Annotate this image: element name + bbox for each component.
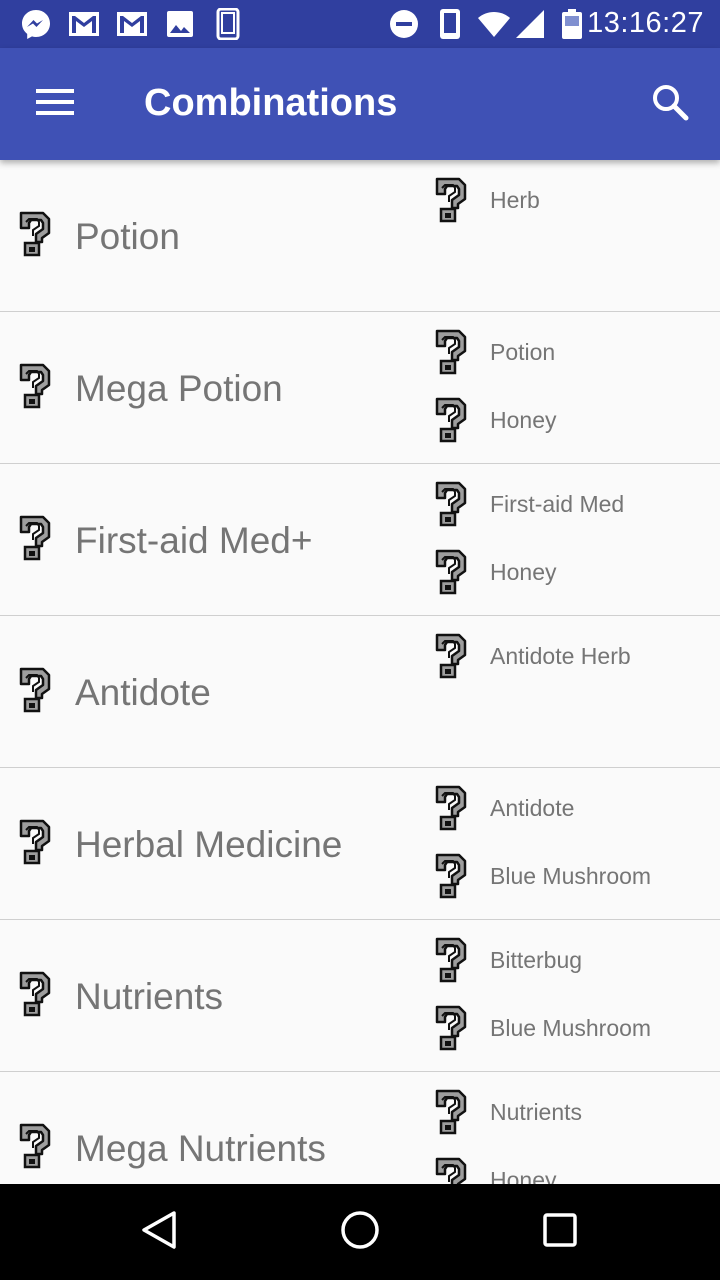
ingredient-item: Honey <box>428 1154 720 1184</box>
result-item-name: Nutrients <box>75 976 224 1017</box>
result-item-name: Herbal Medicine <box>75 824 343 865</box>
back-icon <box>140 1210 180 1255</box>
unknown-item-icon <box>428 936 468 984</box>
unknown-item-icon <box>428 328 468 376</box>
phone-outline-icon <box>212 8 244 40</box>
page-title: Combinations <box>144 82 398 124</box>
cell-signal-icon <box>514 8 546 40</box>
navigation-bar <box>0 1184 720 1280</box>
ingredient-name: Honey <box>490 1167 557 1184</box>
wifi-icon <box>476 8 512 40</box>
unknown-item-icon <box>428 1088 468 1136</box>
result-item-name: Mega Potion <box>75 368 283 409</box>
ingredient-item: Nutrients <box>428 1086 720 1150</box>
do-not-disturb-icon <box>388 8 420 40</box>
unknown-item-icon <box>428 632 468 680</box>
combination-row[interactable]: Antidote Antidote Herb <box>0 616 720 768</box>
unknown-item-icon <box>428 1156 468 1184</box>
unknown-item-icon <box>12 362 52 410</box>
ingredient-item: Honey <box>428 546 720 610</box>
ingredient-name: Herb <box>490 187 540 213</box>
recents-button[interactable] <box>520 1204 600 1260</box>
ingredient-name: Blue Mushroom <box>490 1015 652 1041</box>
unknown-item-icon <box>12 666 52 714</box>
unknown-item-icon <box>12 514 52 562</box>
ingredient-name: First-aid Med <box>490 491 625 517</box>
combination-row[interactable]: Herbal Medicine Antidote Blue Mushroom <box>0 768 720 920</box>
photo-icon <box>164 8 196 40</box>
unknown-item-icon <box>428 396 468 444</box>
unknown-item-icon <box>12 1122 52 1170</box>
combination-row[interactable]: Potion Herb <box>0 160 720 312</box>
ingredient-item: Blue Mushroom <box>428 1002 720 1066</box>
home-button[interactable] <box>320 1204 400 1260</box>
gmail-icon <box>116 8 148 40</box>
combination-row[interactable]: Nutrients Bitterbug Blue Mushroom <box>0 920 720 1072</box>
ingredient-item: Antidote <box>428 782 720 846</box>
ingredient-name: Bitterbug <box>490 947 583 973</box>
unknown-item-icon <box>12 210 52 258</box>
battery-icon <box>556 8 588 40</box>
ingredient-item: Herb <box>428 174 720 238</box>
result-item-name: Antidote <box>75 672 211 713</box>
ingredient-item: Blue Mushroom <box>428 850 720 914</box>
hamburger-menu-icon <box>36 87 76 122</box>
unknown-item-icon <box>428 1004 468 1052</box>
back-button[interactable] <box>120 1204 200 1260</box>
ingredient-name: Honey <box>490 559 557 585</box>
gmail-icon <box>68 8 100 40</box>
unknown-item-icon <box>12 970 52 1018</box>
ingredient-name: Potion <box>490 339 556 365</box>
ingredient-name: Antidote Herb <box>490 643 631 669</box>
combination-row[interactable]: First-aid Med+ First-aid Med Honey <box>0 464 720 616</box>
unknown-item-icon <box>12 818 52 866</box>
home-icon <box>340 1210 380 1255</box>
phone-icon <box>434 8 466 40</box>
result-item-name: First-aid Med+ <box>75 520 313 561</box>
ingredient-name: Honey <box>490 407 557 433</box>
ingredient-item: Antidote Herb <box>428 630 720 694</box>
messenger-icon <box>20 8 52 40</box>
combination-row[interactable]: Mega Nutrients Nutrients Honey <box>0 1072 720 1184</box>
unknown-item-icon <box>428 176 468 224</box>
ingredient-name: Antidote <box>490 795 575 821</box>
search-icon <box>651 83 689 126</box>
status-bar: 13:16:27 <box>0 0 720 48</box>
ingredient-item: Bitterbug <box>428 934 720 998</box>
ingredient-item: First-aid Med <box>428 478 720 542</box>
unknown-item-icon <box>428 852 468 900</box>
unknown-item-icon <box>428 784 468 832</box>
unknown-item-icon <box>428 480 468 528</box>
result-item-name: Mega Nutrients <box>75 1128 326 1169</box>
result-item-name: Potion <box>75 216 180 257</box>
search-button[interactable] <box>640 76 700 132</box>
ingredient-name: Blue Mushroom <box>490 863 652 889</box>
combination-row[interactable]: Mega Potion Potion Honey <box>0 312 720 464</box>
combinations-list[interactable]: Potion Herb Mega Potion Potion Honey First-ai… <box>0 160 720 1184</box>
recents-icon <box>542 1212 578 1253</box>
status-time: 13:16:27 <box>587 7 704 39</box>
ingredient-item: Potion <box>428 326 720 390</box>
app-bar: Combinations <box>0 48 720 160</box>
unknown-item-icon <box>428 548 468 596</box>
ingredient-name: Nutrients <box>490 1099 583 1125</box>
menu-button[interactable] <box>20 76 92 132</box>
ingredient-item: Honey <box>428 394 720 458</box>
